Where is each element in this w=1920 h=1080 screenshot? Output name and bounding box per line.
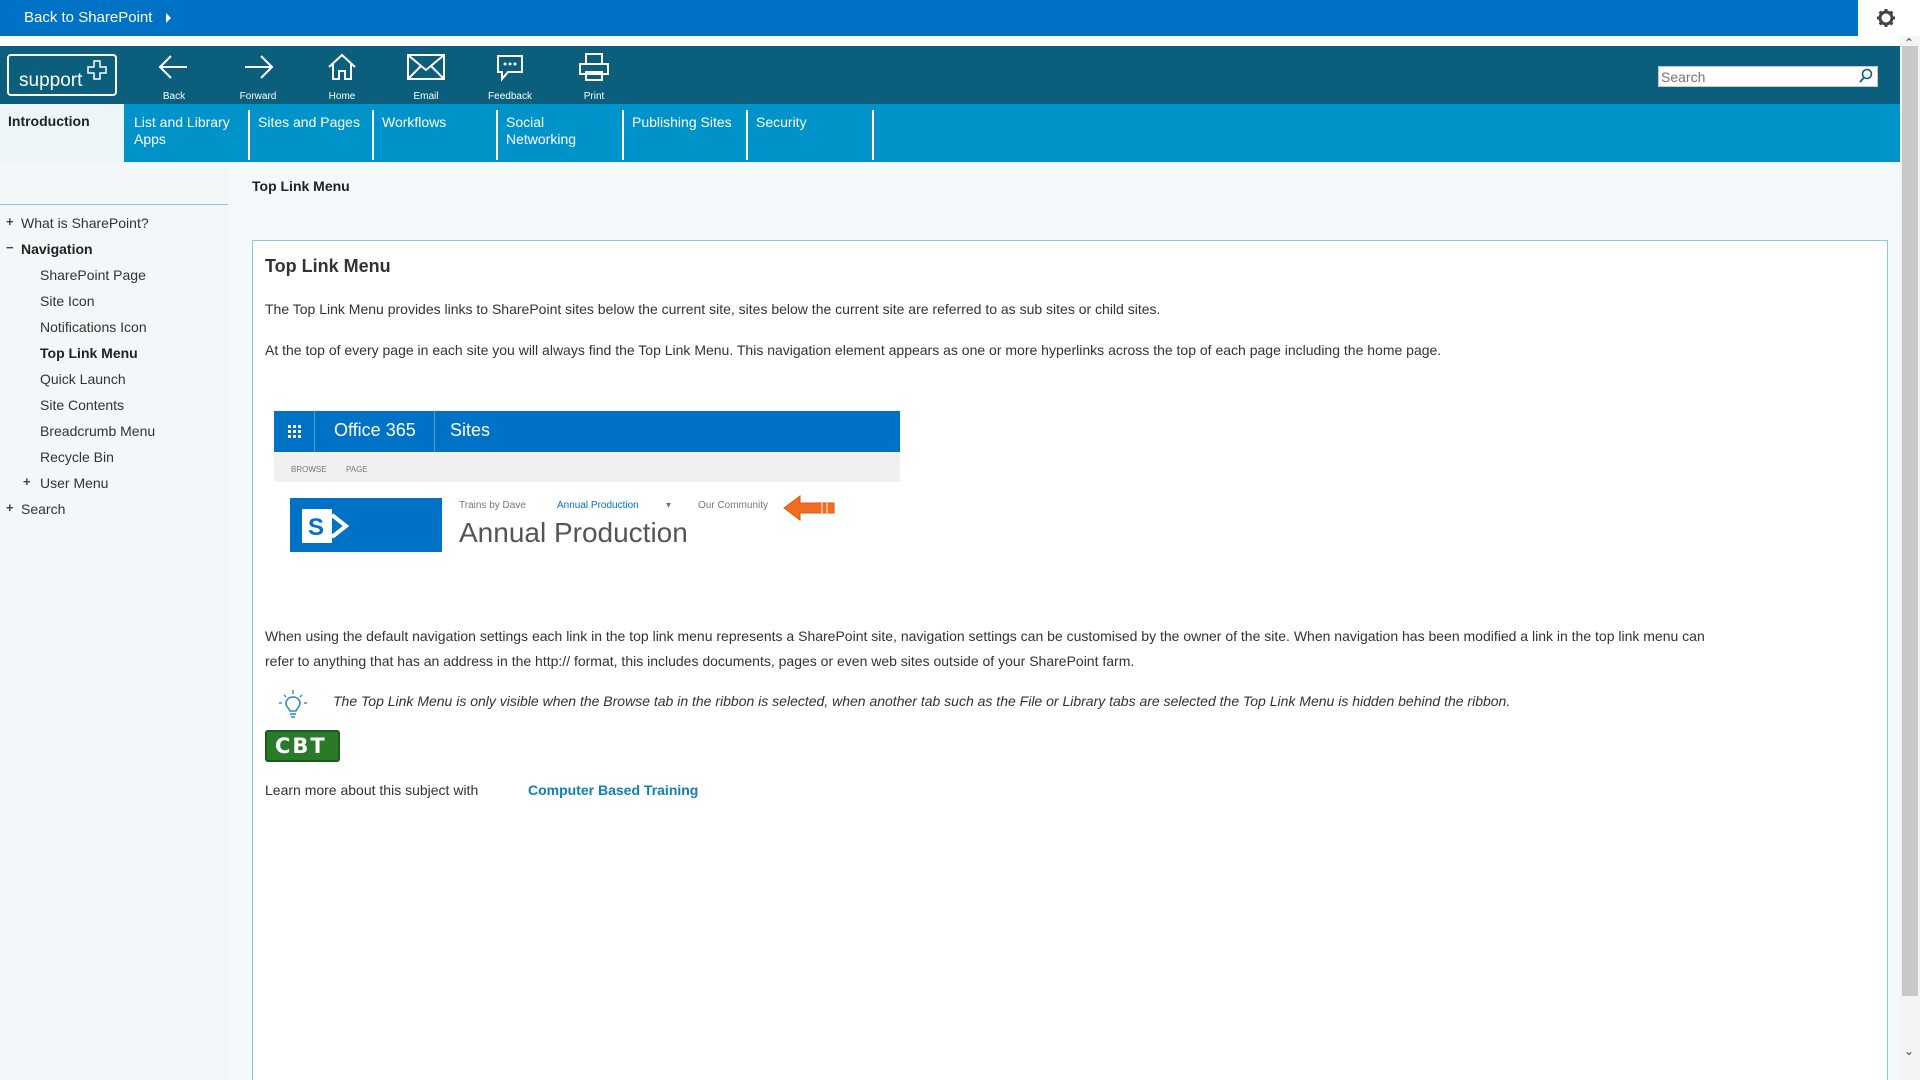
- arrow-left-icon: [158, 55, 187, 79]
- sharepoint-logo-tile: S: [290, 498, 442, 552]
- speech-bubble-icon: [497, 55, 523, 82]
- print-label: Print: [583, 91, 605, 102]
- expand-plus-icon[interactable]: +: [6, 500, 14, 515]
- lightbulb-icon: [279, 690, 307, 718]
- computer-based-training-link[interactable]: Computer Based Training: [528, 782, 698, 798]
- tab-label-line1: List and Library: [134, 114, 230, 130]
- home-button[interactable]: Home: [310, 52, 374, 102]
- vertical-scrollbar[interactable]: ⌃ ⌄: [1900, 36, 1920, 1080]
- feedback-button[interactable]: Feedback: [478, 52, 542, 102]
- tab-list-and-library-apps[interactable]: List and Library Apps: [126, 110, 250, 160]
- tab-workflows[interactable]: Workflows: [374, 110, 498, 160]
- expand-plus-icon[interactable]: +: [6, 214, 14, 229]
- tab-security[interactable]: Security: [748, 110, 874, 160]
- suite-bar: Back to SharePoint: [0, 0, 1920, 36]
- expand-plus-icon[interactable]: +: [23, 474, 31, 489]
- forward-button[interactable]: Forward: [226, 52, 290, 102]
- office-365-label: Office 365: [334, 420, 416, 440]
- paragraph-2: At the top of every page in each site yo…: [265, 342, 1442, 358]
- scroll-down-icon[interactable]: ⌄: [1904, 1044, 1914, 1058]
- cbt-badge-text: CBT: [275, 734, 327, 758]
- email-label: Email: [413, 91, 439, 102]
- tree-item-notifications-icon[interactable]: Notifications Icon: [40, 319, 147, 335]
- tree-item-site-contents[interactable]: Site Contents: [40, 397, 124, 413]
- search-input[interactable]: [1658, 66, 1878, 87]
- print-button[interactable]: Print: [562, 52, 626, 102]
- tab-label-line1: Workflows: [382, 114, 447, 130]
- settings-area: [1858, 0, 1920, 36]
- site-title: Annual Production: [459, 517, 688, 548]
- sites-label: Sites: [450, 420, 491, 440]
- svg-text:S: S: [308, 514, 324, 541]
- caret-right-icon: [166, 13, 171, 23]
- tree-item-what-is-sharepoint[interactable]: What is SharePoint?: [21, 215, 149, 231]
- page-tab-label: PAGE: [346, 465, 368, 474]
- trains-by-dave-link: Trains by Dave: [459, 500, 526, 511]
- plus-icon: [87, 60, 107, 80]
- sharepoint-logo-icon: S: [302, 509, 350, 543]
- tree-item-top-link-menu[interactable]: Top Link Menu: [40, 345, 138, 361]
- paragraph-3-line-2: refer to anything that has an address in…: [265, 653, 1135, 669]
- home-icon: [328, 53, 356, 80]
- arrow-right-icon: [245, 55, 274, 79]
- paragraph-3-line-1: When using the default navigation settin…: [265, 628, 1705, 644]
- tab-label-line2: Apps: [134, 131, 166, 147]
- tree-item-sharepoint-page[interactable]: SharePoint Page: [40, 267, 146, 283]
- learn-more-text: Learn more about this subject with: [265, 782, 479, 798]
- bar-separator: [434, 411, 435, 452]
- forward-label: Forward: [239, 91, 277, 102]
- tab-introduction-label: Introduction: [8, 113, 90, 129]
- tab-social-networking[interactable]: Social Networking: [498, 110, 624, 160]
- o365-suite-bar: Office 365 Sites: [274, 411, 900, 452]
- scroll-thumb[interactable]: [1902, 46, 1918, 996]
- tab-introduction[interactable]: Introduction: [0, 104, 124, 162]
- orange-arrow-icon: [783, 495, 835, 521]
- tab-label-line1: Security: [756, 114, 807, 130]
- collapse-minus-icon[interactable]: −: [6, 240, 14, 255]
- tree-item-search[interactable]: Search: [21, 501, 65, 517]
- left-tree-panel: [0, 162, 228, 1080]
- support-logo[interactable]: support: [7, 54, 117, 96]
- tree-item-quick-launch[interactable]: Quick Launch: [40, 371, 126, 387]
- app-launcher-icon: [288, 425, 301, 438]
- top-nav: Introduction List and Library Apps Sites…: [0, 104, 1900, 162]
- tab-publishing-sites[interactable]: Publishing Sites: [624, 110, 748, 160]
- tree-item-site-icon[interactable]: Site Icon: [40, 293, 94, 309]
- tab-label-line2: Networking: [506, 131, 577, 147]
- back-button[interactable]: Back: [142, 52, 206, 102]
- tab-label-line1: Social: [506, 114, 545, 130]
- search-icon[interactable]: [1858, 68, 1874, 84]
- tab-sites-and-pages[interactable]: Sites and Pages: [250, 110, 374, 160]
- envelope-icon: [407, 54, 445, 80]
- feedback-label: Feedback: [488, 91, 532, 102]
- gear-icon[interactable]: [1876, 8, 1896, 28]
- content-title: Top Link Menu: [265, 256, 391, 276]
- tip-text: The Top Link Menu is only visible when t…: [333, 693, 1511, 709]
- back-to-sharepoint-link[interactable]: Back to SharePoint: [24, 0, 152, 36]
- bar-separator: [314, 411, 315, 452]
- tree-item-user-menu[interactable]: User Menu: [40, 475, 108, 491]
- breadcrumb: Top Link Menu: [252, 178, 350, 194]
- logo-text: support: [19, 70, 83, 91]
- tree-item-recycle-bin[interactable]: Recycle Bin: [40, 449, 114, 465]
- home-label: Home: [328, 91, 356, 102]
- tab-label-line1: Sites and Pages: [258, 114, 360, 130]
- tree-item-navigation[interactable]: Navigation: [21, 241, 93, 257]
- printer-icon: [579, 53, 609, 81]
- ribbon-tabs: BROWSE PAGE: [274, 452, 900, 482]
- browse-tab-label: BROWSE: [291, 465, 327, 474]
- paragraph-1: The Top Link Menu provides links to Shar…: [265, 301, 1161, 317]
- cbt-badge: CBT: [265, 730, 340, 762]
- tab-label-line1: Publishing Sites: [632, 114, 732, 130]
- dropdown-caret: ▾: [666, 500, 672, 511]
- back-label: Back: [162, 91, 186, 102]
- annual-production-link: Annual Production: [557, 500, 639, 511]
- panel-divider: [0, 204, 228, 205]
- example-screenshot: Office 365 Sites BROWSE PAGE S Trains by…: [274, 411, 900, 557]
- toolbar: support Back Forward Home Email Feedback…: [0, 46, 1900, 104]
- email-button[interactable]: Email: [394, 52, 458, 102]
- tree-item-breadcrumb-menu[interactable]: Breadcrumb Menu: [40, 423, 155, 439]
- our-community-link: Our Community: [698, 500, 769, 511]
